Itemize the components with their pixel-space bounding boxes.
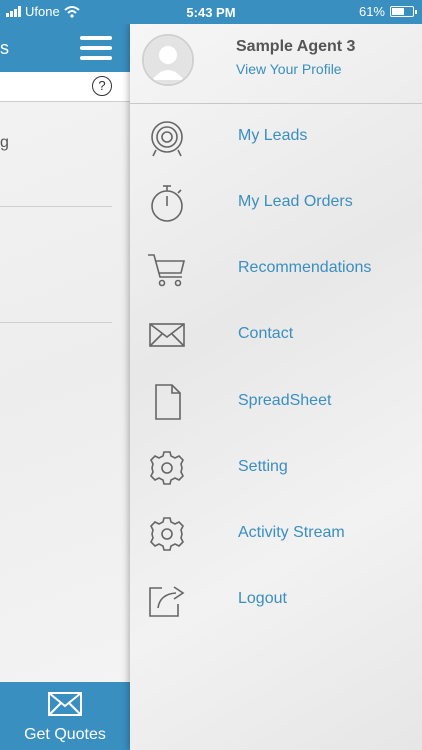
status-bar: Ufone 5:43 PM 61% [0,0,422,24]
gear-icon [150,451,184,485]
stopwatch-icon [151,185,183,222]
profile-name: Sample Agent 3 [236,38,356,55]
menu-item-label: SpreadSheet [238,392,332,409]
menu-item-activity-stream[interactable]: Activity Stream [130,506,422,562]
hamburger-menu-icon[interactable] [80,36,112,60]
get-quotes-button[interactable]: Get Quotes [0,682,130,750]
battery-icon [390,6,417,17]
help-icon[interactable]: ? [92,76,112,96]
menu-item-label: Setting [238,458,288,475]
menu-item-spreadsheet[interactable]: SpreadSheet [130,374,422,430]
target-icon [151,121,183,157]
menu-item-label: My Leads [238,127,308,144]
background-list-text: g [0,134,9,151]
menu-item-recommendations[interactable]: Recommendations [130,241,422,297]
document-icon [155,384,181,420]
envelope-icon [48,692,82,716]
menu-item-label: Recommendations [238,259,372,276]
background-page: s ? g Get Quotes [0,0,130,750]
menu-item-label: My Lead Orders [238,193,353,210]
menu-item-label: Contact [238,325,294,342]
cart-icon [148,254,186,287]
menu-item-contact[interactable]: Contact [130,307,422,363]
menu-item-my-leads[interactable]: My Leads [130,109,422,165]
navigation-drawer: Sample Agent 3 View Your Profile My Lead… [130,24,422,750]
profile-header[interactable]: Sample Agent 3 View Your Profile [130,24,422,104]
background-search-bar[interactable]: ? [0,72,130,102]
gear-icon [150,517,184,551]
divider [0,322,112,323]
view-profile-link[interactable]: View Your Profile [236,61,342,77]
divider [0,206,112,207]
background-header-title: s [0,38,9,58]
menu-item-logout[interactable]: Logout [130,572,422,628]
menu-item-label: Activity Stream [238,524,345,541]
battery-percent: 61% [358,4,385,19]
get-quotes-label: Get Quotes [24,726,106,743]
menu-item-my-lead-orders[interactable]: My Lead Orders [130,175,422,231]
menu-item-setting[interactable]: Setting [130,440,422,496]
envelope-icon [149,323,185,347]
share-icon [149,586,185,617]
background-header: s [0,24,130,72]
menu-item-label: Logout [238,590,287,607]
avatar[interactable] [142,34,194,86]
user-icon [144,36,192,84]
